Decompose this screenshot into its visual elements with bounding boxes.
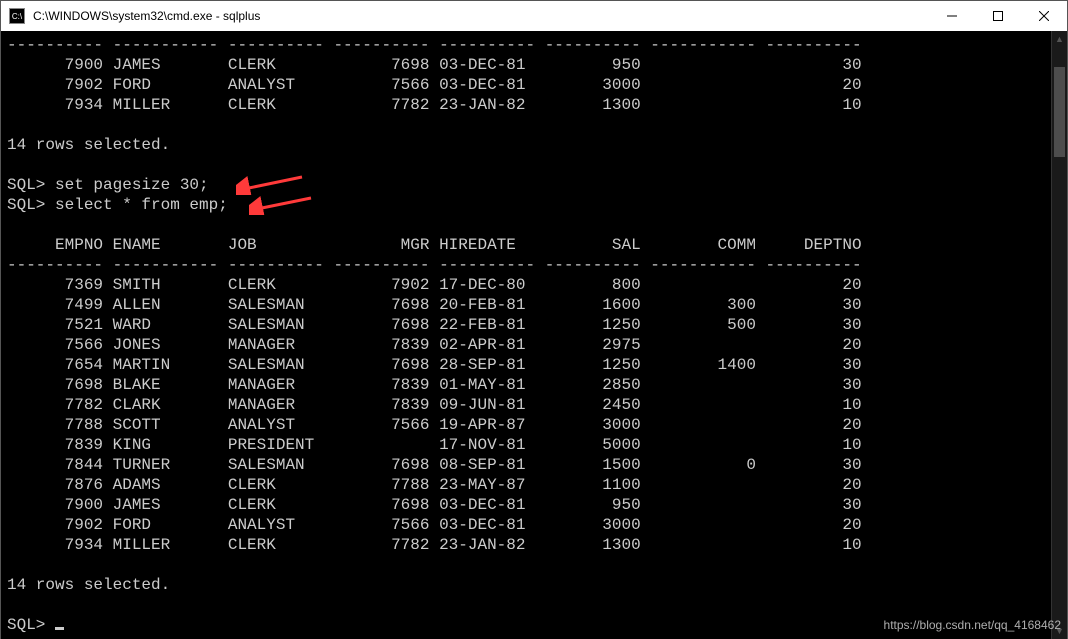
terminal-output[interactable]: ---------- ----------- ---------- ------… [1,31,1051,639]
window-controls [929,1,1067,31]
minimize-button[interactable] [929,1,975,31]
close-button[interactable] [1021,1,1067,31]
cmd-icon: C:\ [9,8,25,24]
cursor [55,627,64,630]
maximize-button[interactable] [975,1,1021,31]
titlebar[interactable]: C:\ C:\WINDOWS\system32\cmd.exe - sqlplu… [1,1,1067,31]
window-title: C:\WINDOWS\system32\cmd.exe - sqlplus [31,1,929,31]
scroll-up-arrow[interactable]: ▲ [1052,31,1067,47]
watermark-text: https://blog.csdn.net/qq_4168462 [884,618,1061,632]
scroll-thumb[interactable] [1054,67,1065,157]
cmd-window: C:\ C:\WINDOWS\system32\cmd.exe - sqlplu… [0,0,1068,639]
vertical-scrollbar[interactable]: ▲ ▼ [1051,31,1067,639]
